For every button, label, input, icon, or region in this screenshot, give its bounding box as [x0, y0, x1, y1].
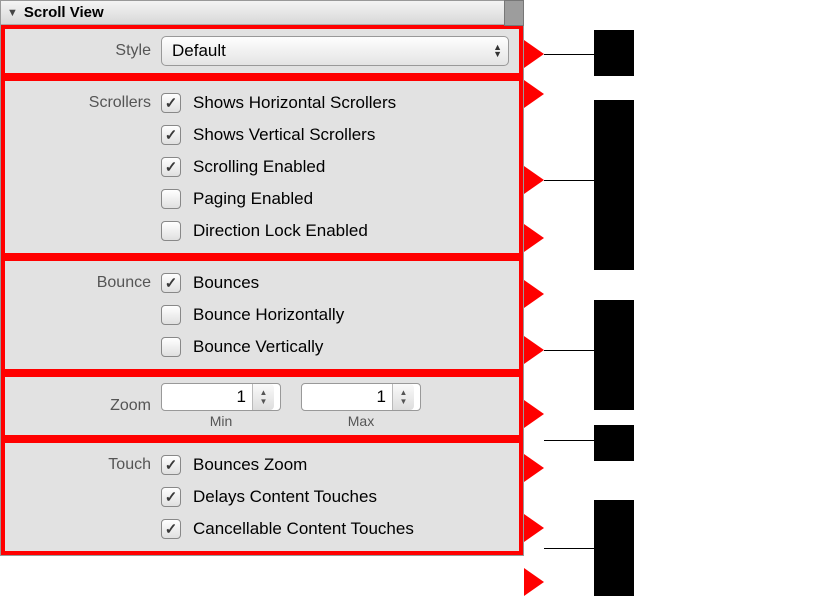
touch-label: Touch — [5, 456, 161, 474]
label-bounce-horizontal: Bounce Horizontally — [193, 305, 344, 325]
zoom-min-sublabel: Min — [210, 413, 233, 429]
callout-block — [594, 100, 634, 270]
checkbox-shows-vertical[interactable] — [161, 125, 181, 145]
stepper-arrows-icon[interactable]: ▲▼ — [252, 384, 274, 410]
checkbox-bounce-vertical[interactable] — [161, 337, 181, 357]
inspector-panel: ▼ Scroll View Style Default ▲▼ Scrollers… — [0, 0, 524, 556]
callout-block — [594, 300, 634, 410]
section-style: Style Default ▲▼ — [1, 25, 523, 77]
bounce-label: Bounce — [5, 274, 161, 292]
checkbox-bounces[interactable] — [161, 273, 181, 293]
connector-line — [544, 440, 594, 441]
zoom-min-stepper[interactable]: ▲▼ — [161, 383, 281, 411]
panel-header[interactable]: ▼ Scroll View — [1, 1, 523, 25]
zoom-label: Zoom — [5, 397, 161, 415]
zoom-max-stepper[interactable]: ▲▼ — [301, 383, 421, 411]
style-label: Style — [5, 42, 161, 60]
checkbox-bounce-horizontal[interactable] — [161, 305, 181, 325]
checkbox-scrolling-enabled[interactable] — [161, 157, 181, 177]
section-bounce: Bounce Bounces Bounce Horizontally Bounc… — [1, 257, 523, 373]
connector-line — [544, 350, 594, 351]
header-tab — [504, 0, 524, 26]
checkbox-shows-horizontal[interactable] — [161, 93, 181, 113]
disclosure-triangle-icon[interactable]: ▼ — [7, 7, 18, 19]
style-value: Default — [172, 41, 226, 61]
callout-block — [594, 425, 634, 461]
scrollers-label: Scrollers — [5, 94, 161, 112]
label-shows-horizontal: Shows Horizontal Scrollers — [193, 93, 396, 113]
checkbox-cancellable-touches[interactable] — [161, 519, 181, 539]
label-direction-lock: Direction Lock Enabled — [193, 221, 368, 241]
label-cancellable-touches: Cancellable Content Touches — [193, 519, 414, 539]
zoom-max-input[interactable] — [302, 387, 392, 407]
checkbox-direction-lock[interactable] — [161, 221, 181, 241]
label-bounces: Bounces — [193, 273, 259, 293]
label-bounce-vertical: Bounce Vertically — [193, 337, 323, 357]
stepper-arrows-icon[interactable]: ▲▼ — [392, 384, 414, 410]
connector-line — [544, 180, 594, 181]
checkbox-paging-enabled[interactable] — [161, 189, 181, 209]
connector-line — [544, 548, 594, 549]
label-paging-enabled: Paging Enabled — [193, 189, 313, 209]
connector-line — [544, 54, 594, 55]
checkbox-bounces-zoom[interactable] — [161, 455, 181, 475]
callout-block — [594, 30, 634, 76]
section-scrollers: Scrollers Shows Horizontal Scrollers Sho… — [1, 77, 523, 257]
checkbox-delays-touches[interactable] — [161, 487, 181, 507]
label-scrolling-enabled: Scrolling Enabled — [193, 157, 325, 177]
label-bounces-zoom: Bounces Zoom — [193, 455, 307, 475]
label-delays-touches: Delays Content Touches — [193, 487, 377, 507]
zoom-min-input[interactable] — [162, 387, 252, 407]
panel-title: Scroll View — [24, 4, 104, 21]
zoom-max-sublabel: Max — [348, 413, 374, 429]
section-zoom: Zoom ▲▼ Min ▲▼ Max — [1, 373, 523, 439]
label-shows-vertical: Shows Vertical Scrollers — [193, 125, 375, 145]
popup-arrows-icon: ▲▼ — [493, 44, 502, 58]
callout-block — [594, 500, 634, 596]
style-popup[interactable]: Default ▲▼ — [161, 36, 509, 66]
section-touch: Touch Bounces Zoom Delays Content Touche… — [1, 439, 523, 555]
